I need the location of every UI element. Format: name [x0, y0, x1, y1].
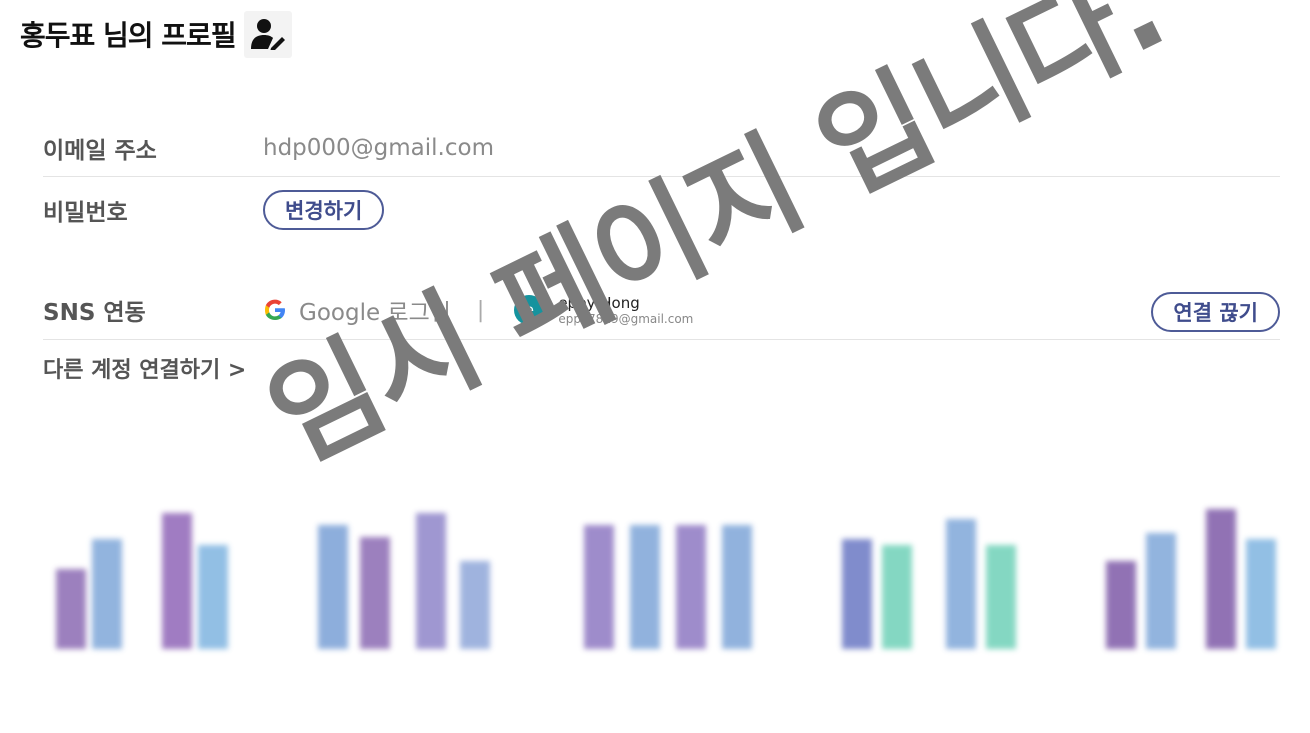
avatar: e	[514, 295, 545, 325]
account-info: eppy Hong eppy7819@gmail.com	[558, 293, 694, 326]
password-row: 비밀번호 변경하기	[43, 188, 1280, 232]
divider	[43, 176, 1280, 177]
email-row: 이메일 주소 hdp000@gmail.com	[43, 128, 1280, 168]
profile-header: 홍두표 님의 프로필	[20, 10, 292, 58]
separator: |	[476, 297, 485, 323]
disconnect-button[interactable]: 연결 끊기	[1151, 292, 1280, 332]
temporary-page-watermark: 임시 페이지 입니다.	[247, 0, 1184, 489]
change-password-button[interactable]: 변경하기	[263, 190, 385, 230]
page-title: 홍두표 님의 프로필	[20, 19, 237, 52]
sns-label: SNS 연동	[43, 300, 146, 326]
link-other-account-link[interactable]: 다른 계정 연결하기 >	[43, 352, 246, 384]
linked-account: e eppy Hong eppy7819@gmail.com	[514, 293, 694, 326]
email-value: hdp000@gmail.com	[263, 135, 494, 161]
account-email: eppy7819@gmail.com	[558, 311, 694, 326]
account-name: eppy Hong	[558, 293, 640, 312]
google-icon	[265, 299, 285, 320]
sns-provider: Google 로그인	[263, 293, 451, 327]
divider	[43, 339, 1280, 340]
blurred-background-image	[20, 465, 1310, 733]
edit-profile-button[interactable]	[243, 10, 292, 58]
sns-provider-label: Google 로그인	[299, 300, 451, 326]
sns-row: SNS 연동 Google 로그인 | e eppy Hong eppy7819…	[43, 288, 1280, 332]
user-edit-icon	[250, 19, 285, 50]
email-label: 이메일 주소	[43, 138, 157, 164]
password-label: 비밀번호	[43, 200, 128, 226]
